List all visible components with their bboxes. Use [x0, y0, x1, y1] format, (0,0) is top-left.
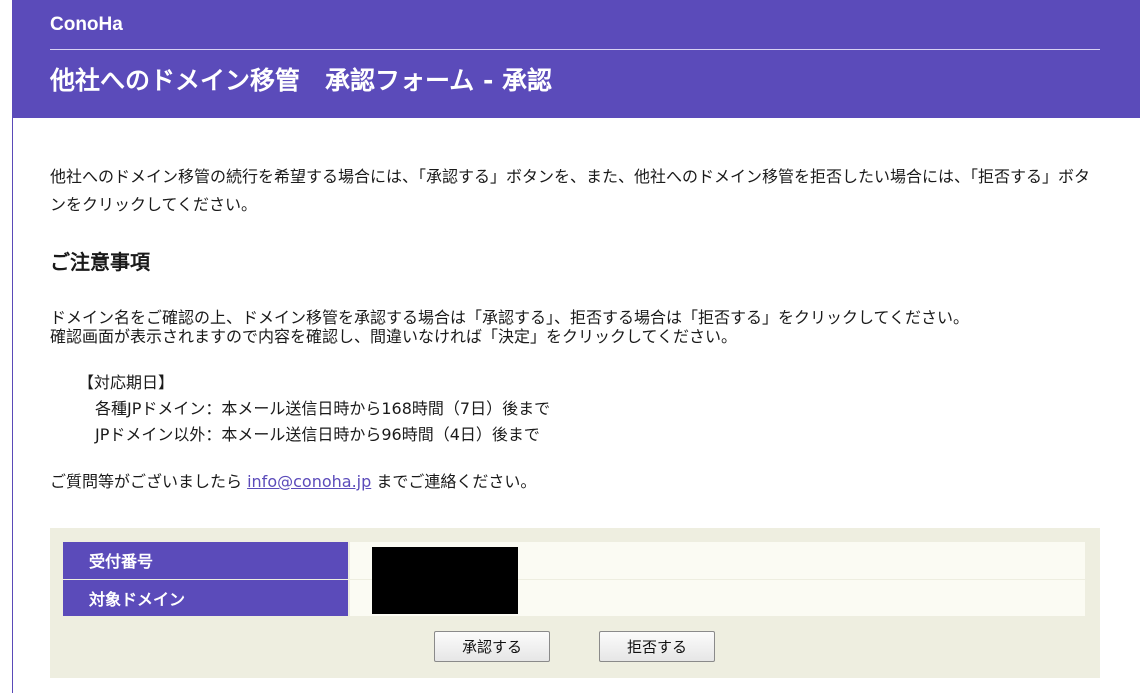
contact-text: ご質問等がございましたら info@conoha.jp までご連絡ください。 — [50, 468, 536, 492]
notice-text: ドメイン名をご確認の上、ドメイン移管を承認する場合は「承認する」、拒否する場合は… — [50, 308, 1110, 346]
table-row: 受付番号 — [63, 542, 1085, 580]
info-table: 受付番号 対象ドメイン — [63, 542, 1085, 617]
notice-heading: ご注意事項 — [50, 250, 150, 274]
header-divider — [50, 49, 1100, 50]
deadline-non-jp: JPドメイン以外：本メール送信日時から96時間（4日）後まで — [95, 425, 540, 444]
approval-page: ConoHa 他社へのドメイン移管 承認フォーム - 承認 他社へのドメイン移管… — [0, 0, 1140, 693]
notice-line-1: ドメイン名をご確認の上、ドメイン移管を承認する場合は「承認する」、拒否する場合は… — [50, 308, 970, 327]
notice-line-2: 確認画面が表示されますので内容を確認し、間違いなければ「決定」をクリックしてくだ… — [50, 327, 738, 346]
redaction-box — [372, 547, 518, 614]
target-domain-label: 対象ドメイン — [63, 579, 349, 617]
deadline-block: 【対応期日】 各種JPドメイン：本メール送信日時から168時間（7日）後まで J… — [78, 370, 550, 448]
intro-text: 他社へのドメイン移管の続行を希望する場合には、「承認する」ボタンを、また、他社へ… — [50, 167, 1091, 214]
reject-button[interactable]: 拒否する — [599, 631, 715, 662]
page-header: ConoHa 他社へのドメイン移管 承認フォーム - 承認 — [13, 0, 1140, 118]
contact-suffix: までご連絡ください。 — [371, 472, 537, 491]
contact-email-link[interactable]: info@conoha.jp — [247, 472, 371, 491]
receipt-number-label: 受付番号 — [63, 542, 349, 580]
table-row: 対象ドメイン — [63, 579, 1085, 617]
brand-logo: ConoHa — [50, 14, 123, 35]
page-title: 他社へのドメイン移管 承認フォーム - 承認 — [50, 66, 553, 95]
deadline-label: 【対応期日】 — [78, 373, 175, 392]
approval-form: 受付番号 対象ドメイン 承認する 拒否する — [50, 528, 1100, 678]
contact-prefix: ご質問等がございましたら — [50, 472, 248, 491]
approve-button[interactable]: 承認する — [434, 631, 550, 662]
deadline-jp: 各種JPドメイン：本メール送信日時から168時間（7日）後まで — [95, 399, 551, 418]
